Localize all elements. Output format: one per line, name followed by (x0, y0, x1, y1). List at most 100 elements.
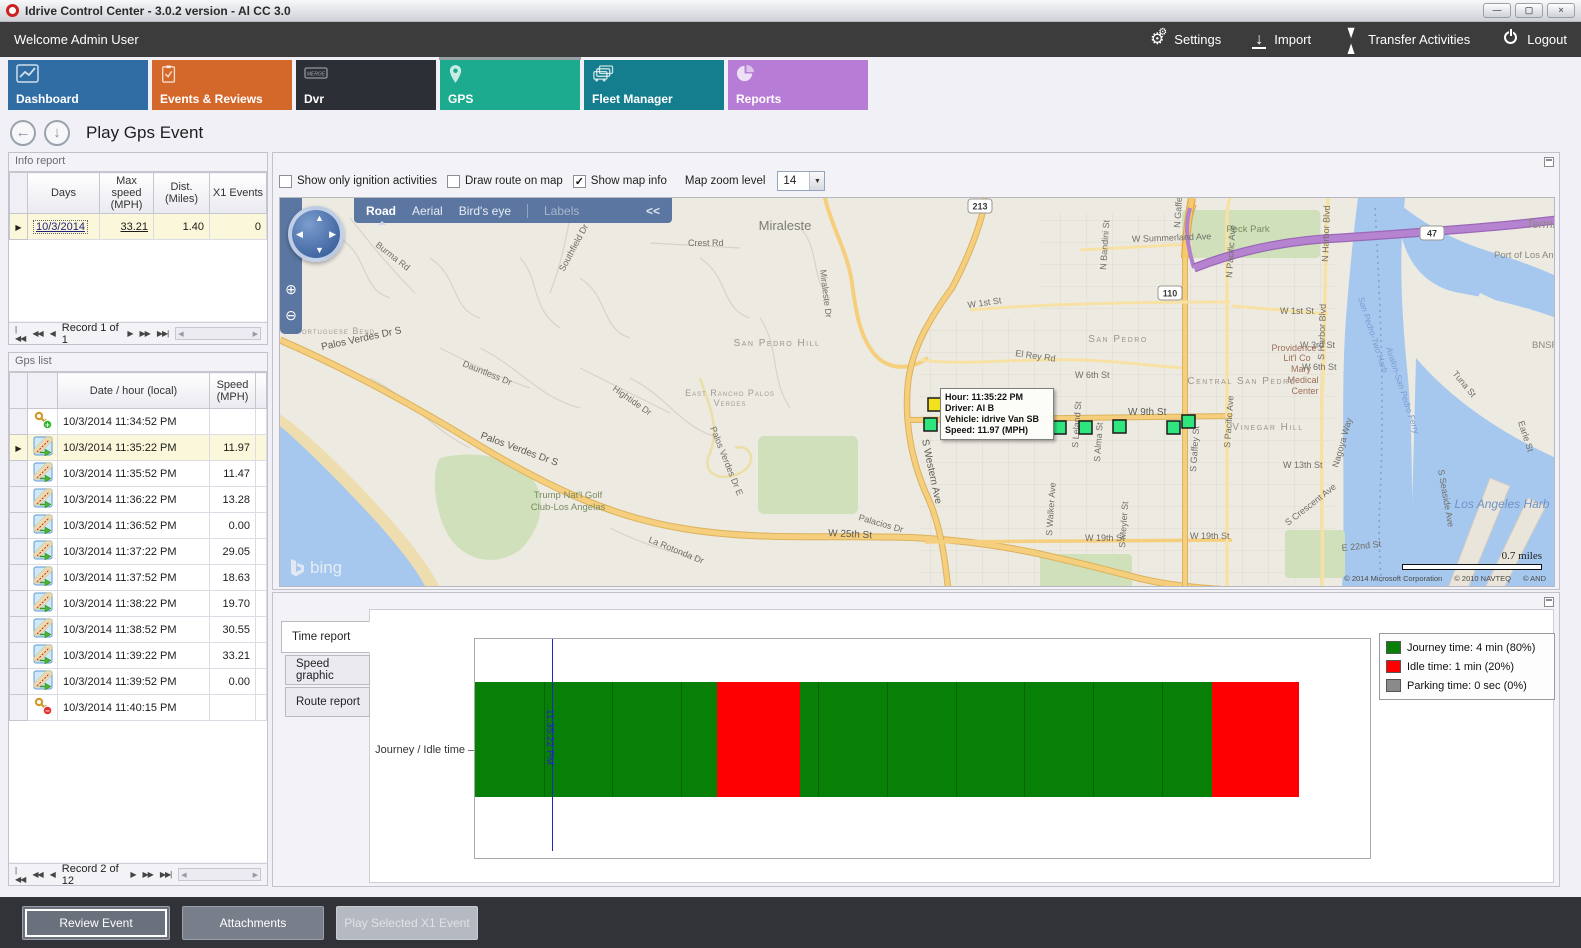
record-nav-scrollbar[interactable]: ◀▶ (178, 868, 261, 881)
map-compass[interactable]: ▲ ▼ ◀ ▶ (288, 206, 344, 262)
col-date-hour[interactable]: Date / hour (local) (58, 373, 210, 409)
gps-list-row[interactable]: 10/3/2014 11:38:22 PM19.70 (10, 591, 267, 617)
bing-logo: bing (290, 558, 342, 578)
map-mode-birdseye[interactable]: Bird's eye (459, 204, 511, 218)
record-nav-next-icon[interactable]: ▶▶ (143, 870, 153, 879)
pan-up-icon[interactable]: ▲ (315, 213, 324, 223)
minimize-button[interactable]: — (1483, 3, 1511, 18)
chart-tab-time-report[interactable]: Time report (281, 621, 370, 653)
gps-list-row[interactable]: 10/3/2014 11:38:52 PM30.55 (10, 617, 267, 643)
checkbox-option-1[interactable]: Draw route on map (447, 175, 563, 188)
gps-point-marker[interactable] (1113, 420, 1126, 433)
record-nav-next-icon[interactable]: ▶▶| (160, 870, 171, 879)
chart-tab-speed-graphic[interactable]: Speed graphic (285, 655, 370, 685)
pan-right-icon[interactable]: ▶ (329, 229, 336, 240)
chart-legend: Journey time: 4 min (80%)Idle time: 1 mi… (1379, 633, 1555, 700)
col-speed[interactable]: Speed (MPH) (210, 373, 256, 409)
map-mode-aerial[interactable]: Aerial (412, 204, 443, 218)
info-report-row[interactable]: ▶ 10/3/2014 33.21 1.40 0 (10, 214, 267, 240)
map-label: S Harbor Blvd (1316, 304, 1328, 360)
record-nav-prev-icon[interactable]: ◀ (50, 870, 55, 879)
record-nav-next-icon[interactable]: ▶ (127, 329, 132, 338)
gps-point-icon (33, 577, 53, 589)
pan-left-icon[interactable]: ◀ (296, 229, 303, 240)
gps-point-marker[interactable] (1167, 421, 1180, 434)
segment-divider (1024, 682, 1025, 797)
map-canvas[interactable]: 21311047 Burma RdSouthfield DrCrest RdMi… (279, 197, 1555, 587)
nav-tab-dashboard[interactable]: Dashboard (8, 60, 148, 110)
scale-text: 0.7 miles (1402, 550, 1542, 562)
chart-tab-route-report[interactable]: Route report (285, 687, 370, 717)
map-mode-labels[interactable]: Labels (544, 204, 579, 218)
record-nav-prev-icon[interactable]: ◀◀ (32, 329, 42, 338)
panel-restore-icon[interactable] (1544, 157, 1554, 167)
gps-point-icon (33, 447, 53, 459)
nav-tab-fleet-manager[interactable]: Fleet Manager (584, 60, 724, 110)
close-button[interactable]: × (1547, 3, 1575, 18)
col-x1-events[interactable]: X1 Events (210, 173, 267, 214)
checkbox-icon[interactable]: ✓ (573, 175, 586, 188)
gps-list-row[interactable]: 10/3/2014 11:36:52 PM0.00 (10, 513, 267, 539)
gps-list-row[interactable]: 10/3/2014 11:39:52 PM0.00 (10, 669, 267, 695)
zoom-in-icon[interactable]: ⊕ (283, 282, 299, 296)
logout-button[interactable]: Logout (1500, 24, 1567, 56)
col-dist[interactable]: Dist. (Miles) (154, 173, 210, 214)
gps-point-marker[interactable] (924, 418, 937, 431)
attachments-button[interactable]: Attachments (182, 906, 324, 940)
map-mode-road[interactable]: Road (366, 204, 396, 218)
maximize-button[interactable]: ▢ (1515, 3, 1543, 18)
max-speed-value[interactable]: 33.21 (120, 221, 148, 233)
checkbox-icon[interactable] (279, 175, 292, 188)
nav-tab-gps[interactable]: GPS (440, 60, 580, 110)
gps-point-marker[interactable] (1182, 415, 1195, 428)
record-nav-prev-icon[interactable]: |◀◀ (15, 325, 25, 343)
panel-restore-icon[interactable] (1544, 597, 1554, 607)
record-nav-next-icon[interactable]: ▶▶ (140, 329, 150, 338)
col-max-speed[interactable]: Max speed (MPH) (100, 173, 154, 214)
gps-list-row[interactable]: 10/3/2014 11:36:22 PM13.28 (10, 487, 267, 513)
settings-button[interactable]: ⚙⚙Settings (1147, 24, 1221, 56)
journey-segment (800, 682, 1212, 797)
transfer-activities-button[interactable]: ▼▲Transfer Activities (1341, 24, 1470, 56)
record-nav-next-icon[interactable]: ▶▶| (157, 329, 168, 338)
review-event-button[interactable]: Review Event (22, 906, 170, 940)
record-nav-prev-icon[interactable]: |◀◀ (15, 866, 25, 884)
checkbox-icon[interactable] (447, 175, 460, 188)
gps-list-row[interactable]: −10/3/2014 11:40:15 PM (10, 695, 267, 721)
checkbox-option-0[interactable]: Show only ignition activities (279, 175, 437, 188)
gps-date-value: 10/3/2014 11:39:52 PM (58, 669, 210, 695)
down-button[interactable]: ↓ (44, 120, 70, 146)
divider (527, 204, 528, 218)
back-button[interactable]: ← (10, 120, 36, 146)
record-nav-next-icon[interactable]: ▶ (130, 870, 135, 879)
day-link[interactable]: 10/3/2014 (33, 220, 88, 234)
gps-list-row[interactable]: 10/3/2014 11:37:52 PM18.63 (10, 565, 267, 591)
import-button[interactable]: ↓Import (1251, 24, 1311, 56)
nav-tab-reports[interactable]: Reports (728, 60, 868, 110)
record-nav-prev-icon[interactable]: ◀◀ (32, 870, 42, 879)
checkbox-option-2[interactable]: ✓Show map info (573, 175, 667, 188)
gps-list-row[interactable]: 10/3/2014 11:37:22 PM29.05 (10, 539, 267, 565)
gps-point-marker[interactable] (1053, 421, 1066, 434)
gps-date-value: 10/3/2014 11:35:22 PM (58, 435, 210, 461)
gps-list-row[interactable]: ▶10/3/2014 11:35:22 PM11.97 (10, 435, 267, 461)
map-label: W 13th St (1283, 460, 1323, 470)
gps-list-row[interactable]: 10/3/2014 11:39:22 PM33.21 (10, 643, 267, 669)
pan-down-icon[interactable]: ▼ (315, 245, 324, 255)
gps-point-marker[interactable] (1079, 421, 1092, 434)
collapse-icon[interactable]: << (646, 204, 660, 218)
zoom-out-icon[interactable]: ⊖ (283, 308, 299, 322)
col-days[interactable]: Days (28, 173, 100, 214)
gps-speed-value: 11.47 (210, 461, 256, 487)
gps-list-row[interactable]: 10/3/2014 11:35:52 PM11.47 (10, 461, 267, 487)
legend-swatch (1386, 660, 1401, 673)
map-label: W 9th St (1128, 407, 1167, 418)
map-label: Club-Los Angelas (531, 502, 606, 513)
svg-text:47: 47 (1427, 229, 1437, 239)
nav-tab-events-reviews[interactable]: Events & Reviews (152, 60, 292, 110)
gps-list-row[interactable]: +10/3/2014 11:34:52 PM (10, 409, 267, 435)
record-nav-scrollbar[interactable]: ◀▶ (175, 327, 261, 340)
nav-tab-dvr[interactable]: MERGEDvr (296, 60, 436, 110)
map-zoom-select[interactable]: 14 ▼ (777, 171, 825, 191)
record-nav-prev-icon[interactable]: ◀ (50, 329, 55, 338)
